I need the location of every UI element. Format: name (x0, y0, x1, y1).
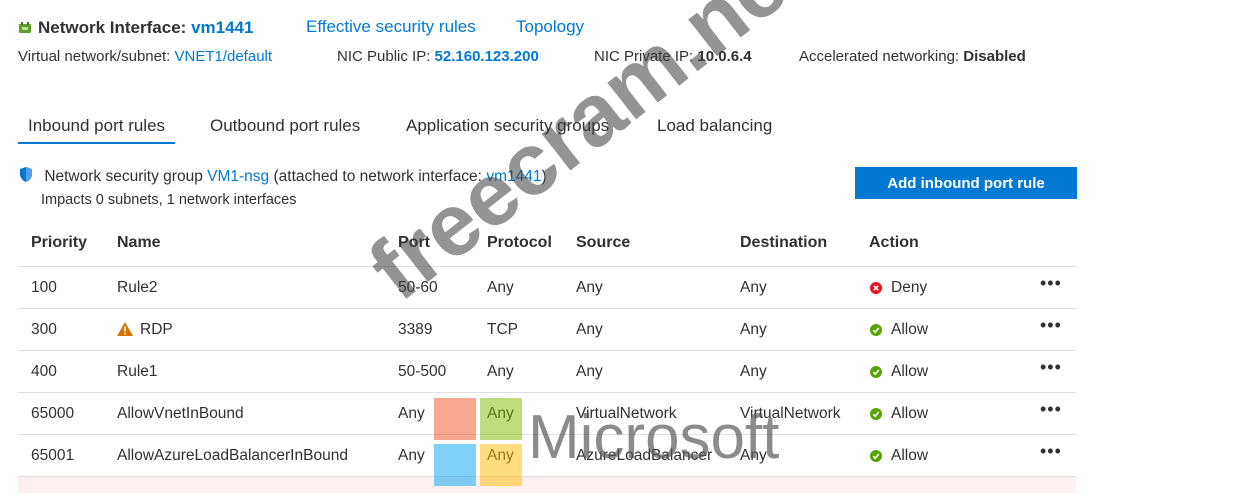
effective-security-rules-link[interactable]: Effective security rules (306, 17, 476, 37)
cell-priority: 400 (31, 363, 57, 380)
table-row[interactable]: 65001 AllowAzureLoadBalancerInBound Any … (18, 434, 1076, 476)
public-ip-label: NIC Public IP: (337, 48, 431, 65)
allow-icon (870, 324, 882, 336)
table-row[interactable]: 100 Rule2 50-60 Any Any Any Deny ••• (18, 266, 1076, 308)
add-inbound-port-rule-button[interactable]: Add inbound port rule (855, 167, 1077, 199)
more-options-button[interactable]: ••• (1040, 273, 1062, 294)
page-header: Network Interface: vm1441 (18, 14, 253, 42)
action-label: Allow (891, 321, 929, 338)
cell-name: Rule1 (117, 363, 158, 380)
vnet-label: Virtual network/subnet: (18, 48, 171, 65)
nsg-nic-link[interactable]: vm1441 (486, 168, 541, 185)
column-header-protocol[interactable]: Protocol (487, 234, 552, 252)
network-interface-icon (19, 22, 31, 33)
cell-protocol: Any (487, 447, 514, 464)
action-label: Deny (891, 279, 928, 296)
table-row[interactable]: 400 Rule1 50-500 Any Any Any Allow ••• (18, 350, 1076, 392)
cell-protocol: Any (487, 405, 514, 422)
tab-load-balancing[interactable]: Load balancing (647, 114, 782, 142)
cell-destination: Any (740, 363, 767, 380)
cell-source: Any (576, 363, 603, 380)
private-ip-value: 10.0.6.4 (697, 48, 752, 65)
cell-port: Any (398, 405, 425, 422)
column-header-source[interactable]: Source (576, 234, 630, 252)
topology-link[interactable]: Topology (516, 17, 584, 37)
action-label: Allow (891, 363, 929, 380)
cell-source: Any (576, 321, 603, 338)
deny-icon (870, 282, 882, 294)
public-ip-link[interactable]: 52.160.123.200 (435, 48, 539, 65)
column-header-name[interactable]: Name (117, 234, 161, 252)
cell-port: Any (398, 447, 425, 464)
more-options-button[interactable]: ••• (1040, 357, 1062, 378)
cell-protocol: Any (487, 279, 514, 296)
accelerated-networking-label: Accelerated networking: (799, 48, 960, 65)
cell-destination: Any (740, 321, 767, 338)
nsg-attached-text: (attached to network interface: (273, 168, 482, 185)
nsg-prefix: Network security group (44, 168, 203, 185)
cell-action: Allow (870, 321, 928, 339)
column-header-priority[interactable]: Priority (31, 234, 87, 252)
action-label: Allow (891, 447, 929, 464)
cell-priority: 65000 (31, 405, 75, 422)
column-header-port[interactable]: Port (398, 234, 430, 252)
warning-icon (117, 322, 133, 336)
nsg-summary: Network security group VM1-nsg (attached… (18, 166, 547, 186)
cell-port: 50-500 (398, 363, 447, 380)
allow-icon (870, 408, 882, 420)
nsg-suffix: ) (541, 168, 547, 185)
cell-name: AllowAzureLoadBalancerInBound (117, 447, 348, 464)
title-prefix: Network Interface: (38, 18, 187, 37)
accelerated-networking-info: Accelerated networking: Disabled (799, 48, 1026, 65)
cell-action: Deny (870, 279, 927, 297)
vnet-link[interactable]: VNET1/default (174, 48, 272, 65)
cell-destination: VirtualNetwork (740, 405, 841, 422)
table-row[interactable]: 300 RDP 3389 TCP Any Any Allow ••• (18, 308, 1076, 350)
column-header-destination[interactable]: Destination (740, 234, 827, 252)
cell-name: AllowVnetInBound (117, 405, 244, 422)
nsg-link[interactable]: VM1-nsg (207, 168, 269, 185)
cell-name: Rule2 (117, 279, 158, 296)
cell-destination: Any (740, 279, 767, 296)
cell-port: 3389 (398, 321, 433, 338)
cell-port: 50-60 (398, 279, 438, 296)
cell-protocol: Any (487, 363, 514, 380)
more-options-button[interactable]: ••• (1040, 315, 1062, 336)
more-options-button[interactable]: ••• (1040, 399, 1062, 420)
vnet-info: Virtual network/subnet: VNET1/default (18, 48, 272, 65)
cell-priority: 300 (31, 321, 57, 338)
cell-source: VirtualNetwork (576, 405, 677, 422)
cell-action: Allow (870, 363, 928, 381)
tab-inbound-port-rules[interactable]: Inbound port rules (18, 114, 176, 144)
cell-priority: 65001 (31, 447, 75, 464)
public-ip-info: NIC Public IP: 52.160.123.200 (337, 48, 539, 65)
allow-icon (870, 366, 882, 378)
cell-source: Any (576, 279, 603, 296)
cell-action: Allow (870, 447, 928, 465)
action-label: Allow (891, 405, 929, 422)
tab-outbound-port-rules[interactable]: Outbound port rules (200, 114, 370, 142)
nsg-impacts: Impacts 0 subnets, 1 network interfaces (41, 192, 297, 208)
cell-source: AzureLoadBalancer (576, 447, 713, 464)
more-options-button[interactable]: ••• (1040, 441, 1062, 462)
rule-name: RDP (140, 321, 173, 338)
tab-application-security-groups[interactable]: Application security groups (396, 114, 619, 142)
shield-icon (20, 167, 32, 182)
private-ip-info: NIC Private IP: 10.0.6.4 (594, 48, 752, 65)
cell-priority: 100 (31, 279, 57, 296)
table-row-partial (18, 476, 1076, 493)
accelerated-networking-value: Disabled (963, 48, 1026, 65)
table-row[interactable]: 65000 AllowVnetInBound Any Any VirtualNe… (18, 392, 1076, 434)
title-vm-name: vm1441 (191, 18, 254, 37)
allow-icon (870, 450, 882, 462)
cell-action: Allow (870, 405, 928, 423)
cell-name: RDP (117, 321, 173, 339)
cell-destination: Any (740, 447, 767, 464)
page-title: Network Interface: vm1441 (38, 18, 253, 38)
private-ip-label: NIC Private IP: (594, 48, 694, 65)
column-header-action[interactable]: Action (869, 234, 919, 252)
cell-protocol: TCP (487, 321, 518, 338)
